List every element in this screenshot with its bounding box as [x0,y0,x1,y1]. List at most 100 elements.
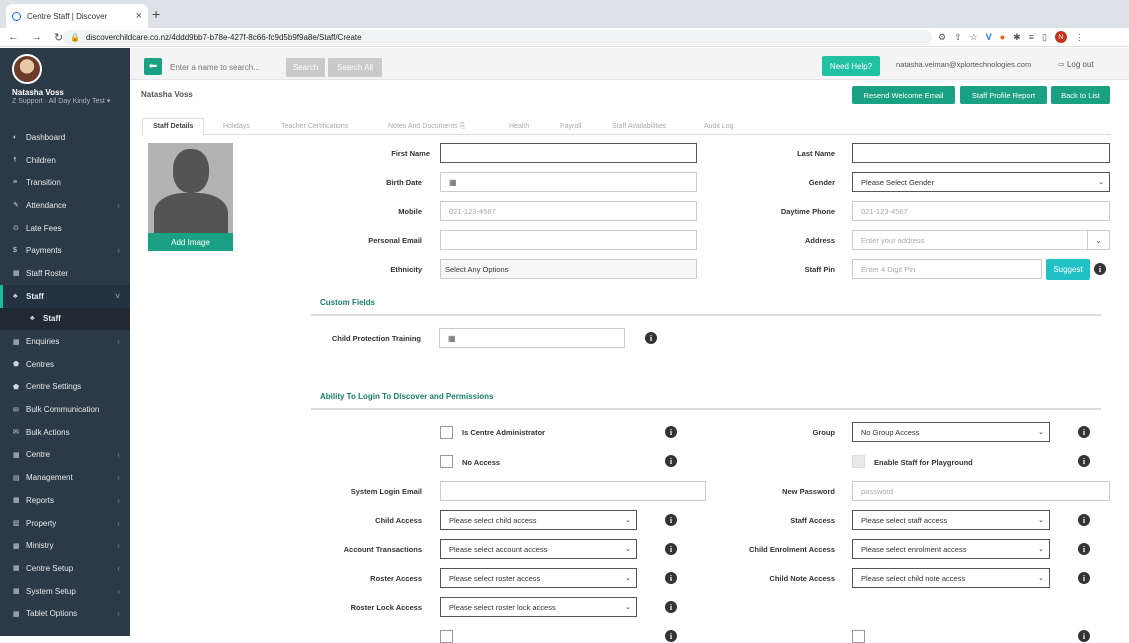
sidebar-item[interactable]: ♣ Staff ˅ [0,284,130,308]
info-icon[interactable]: i [1078,455,1090,467]
back-arrow-button[interactable]: ⬅ [144,58,162,75]
sidebar-item[interactable]: ≡ Transition [0,171,130,194]
url-bar[interactable]: 🔒 discoverchildcare.co.nz/4ddd9bb7-b78e-… [62,30,932,45]
child-access-select[interactable]: Please select child access ⌄ [440,510,637,530]
info-icon[interactable]: i [665,601,677,613]
sidebar-item[interactable]: ◐ Dashboard [0,126,130,149]
tab-holidays[interactable]: Holidays [213,118,260,135]
sidebar-item[interactable]: ▦ Tablet Options ‹ [0,602,130,625]
gender-select[interactable]: Please Select Gender ⌄ [852,172,1110,192]
personal-email-field[interactable] [440,230,697,250]
back-to-list-button[interactable]: Back to List [1051,86,1110,104]
partial-checkbox[interactable] [852,630,865,643]
sidebar-item[interactable]: ✉ Bulk Actions [0,421,130,444]
login-email-field[interactable] [440,481,706,501]
resend-welcome-email-button[interactable]: Resend Welcome Email [852,86,955,104]
new-password-field[interactable]: password [852,481,1110,501]
sidebar-item[interactable]: ▤ Management ‹ [0,466,130,489]
need-help-button[interactable]: Need Help? [822,56,880,76]
info-icon[interactable]: i [645,332,657,344]
sidebar-item[interactable]: ▦ Ministry ‹ [0,534,130,557]
info-icon[interactable]: i [1078,514,1090,526]
sidebar-item[interactable]: ▦ Centre ‹ [0,444,130,467]
tab-health[interactable]: Health [499,118,539,135]
suggest-button[interactable]: Suggest [1046,259,1090,280]
sidebar-item[interactable]: ✎ Attendance ‹ [0,194,130,217]
browser-tab[interactable]: Centre Staff | Discover × [6,4,148,28]
sidebar-item[interactable]: ▥ Property ‹ [0,512,130,535]
info-icon[interactable]: i [665,426,677,438]
info-icon[interactable]: i [1078,426,1090,438]
share-icon[interactable]: ⇧ [954,32,962,43]
sidebar-item[interactable]: ⊙ Late Fees [0,217,130,240]
info-icon[interactable]: i [665,455,677,467]
partial-checkbox[interactable] [440,630,453,643]
no-access-checkbox[interactable] [440,455,453,468]
new-tab-icon[interactable]: + [152,6,160,22]
sidebar-item[interactable]: ▦ Staff Roster [0,262,130,285]
sidebar-item[interactable]: ▦ Reports ‹ [0,489,130,512]
sidebar-item[interactable]: $ Payments ‹ [0,239,130,262]
daytime-phone-field[interactable]: 021-123-4567 [852,201,1110,221]
add-image-button[interactable]: Add Image [148,233,233,251]
staff-profile-report-button[interactable]: Staff Profile Report [960,86,1047,104]
info-icon[interactable]: i [1094,263,1106,275]
info-icon[interactable]: i [665,543,677,555]
playground-checkbox[interactable] [852,455,865,468]
profile-avatar[interactable]: N [1054,31,1067,43]
info-icon[interactable]: i [1078,543,1090,555]
sidebar-item[interactable]: ⬟ Centres [0,353,130,376]
sidebar-item[interactable]: ▦ Centre Setup ‹ [0,557,130,580]
info-icon[interactable]: i [1078,572,1090,584]
roster-lock-access-select[interactable]: Please select roster lock access ⌄ [440,597,637,617]
tab-notes-and-documents[interactable]: Notes And Documents ⎘ [378,118,475,135]
sidepanel-icon[interactable]: ▯ [1042,32,1047,43]
child-protection-training-field[interactable]: ▦ [439,328,625,348]
sidebar-item[interactable]: ✉ Bulk Communication [0,398,130,421]
group-select[interactable]: No Group Access ⌄ [852,422,1050,442]
user-centre[interactable]: Z Support · All Day Kindy Test ▾ [12,97,130,105]
forward-arrow-icon[interactable]: → [31,31,42,44]
info-icon[interactable]: i [1078,630,1090,642]
search-all-button[interactable]: Search All [328,58,382,77]
logout-link[interactable]: ⇨ Log out [1058,60,1094,69]
roster-access-select[interactable]: Please select roster access ⌄ [440,568,637,588]
extension-icon[interactable]: ⚙ [938,32,946,43]
staff-pin-field[interactable]: Enter 4 Digit Pin [852,259,1042,279]
back-arrow-icon[interactable]: ← [8,31,19,44]
sidebar-item[interactable]: ⬟ Centre Settings [0,376,130,399]
bookmark-star-icon[interactable]: ☆ [970,32,978,43]
birth-date-field[interactable]: ▦ [440,172,697,192]
sidebar-item[interactable]: ☨ Children [0,149,130,172]
sidebar-item[interactable]: ♣ Staff [0,307,130,331]
search-input[interactable] [170,58,282,77]
centre-admin-checkbox[interactable] [440,426,453,439]
last-name-field[interactable] [852,143,1110,163]
ethnicity-field[interactable]: Select Any Options [440,259,697,279]
tab-staff-details[interactable]: Staff Details [142,118,205,135]
address-dropdown-icon[interactable]: ⌄ [1087,231,1109,249]
menu-dots-icon[interactable]: ⋮ [1075,32,1084,43]
child-note-access-select[interactable]: Please select child note access ⌄ [852,568,1050,588]
mobile-field[interactable]: 021-123-4567 [440,201,697,221]
account-transactions-select[interactable]: Please select account access ⌄ [440,539,637,559]
sidebar-item[interactable]: ▦ System Setup ‹ [0,580,130,603]
tab-payroll[interactable]: Payroll [550,118,591,135]
puzzle-icon[interactable]: ✱ [1013,32,1021,43]
tab-audit-log[interactable]: Audit Log [694,118,744,135]
avatar[interactable] [12,54,42,84]
extension-v-icon[interactable]: V [986,32,992,42]
reading-list-icon[interactable]: ≡ [1029,32,1034,42]
extension-orange-icon[interactable]: ● [1000,32,1005,42]
address-field[interactable]: Enter your address ⌄ [852,230,1110,250]
info-icon[interactable]: i [665,514,677,526]
close-tab-icon[interactable]: × [136,10,142,22]
info-icon[interactable]: i [665,630,677,642]
sidebar-item[interactable]: ▦ Enquiries ‹ [0,330,130,353]
child-enrolment-access-select[interactable]: Please select enrolment access ⌄ [852,539,1050,559]
tab-teacher-certifications[interactable]: Teacher Certifications [271,118,358,135]
first-name-field[interactable] [440,143,697,163]
search-button[interactable]: Search [286,58,325,77]
info-icon[interactable]: i [665,572,677,584]
tab-staff-availabilities[interactable]: Staff Availabilities [602,118,676,135]
